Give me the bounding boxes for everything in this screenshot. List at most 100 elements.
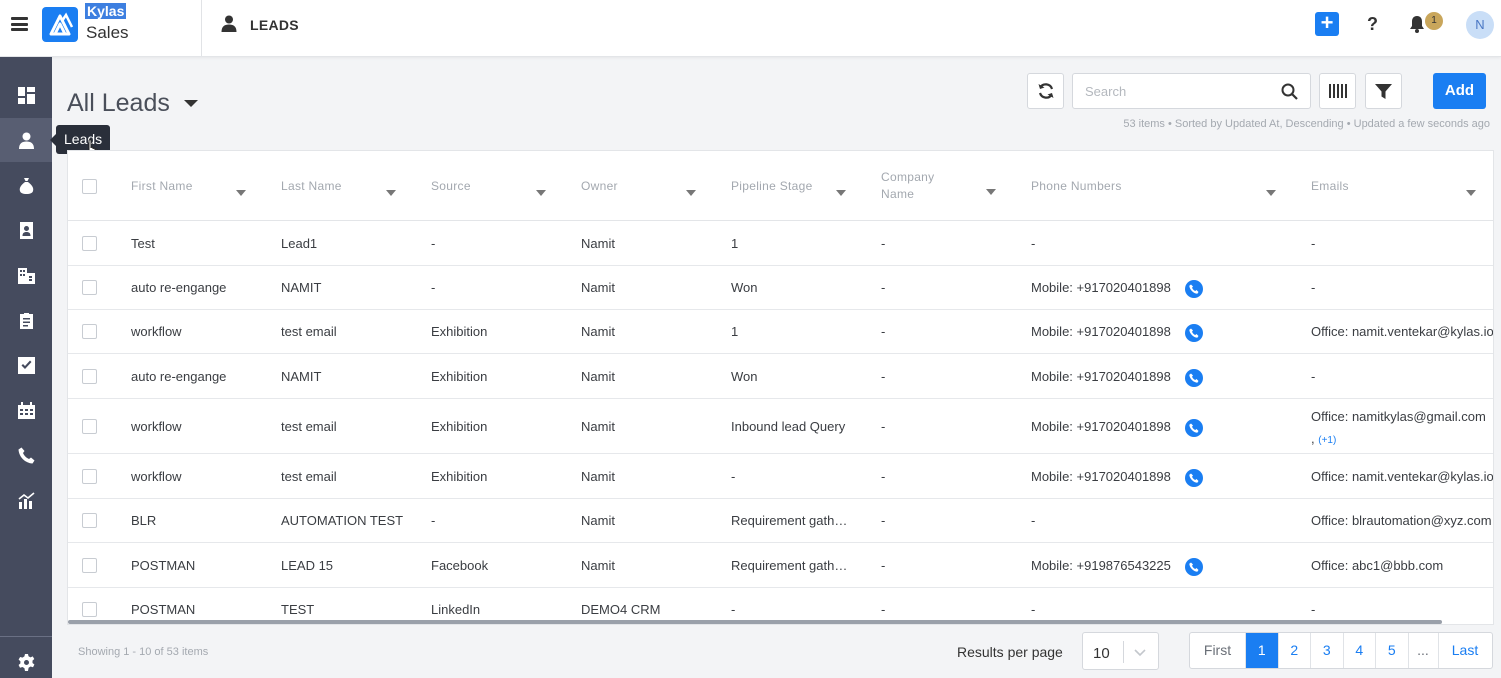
call-phone-icon[interactable] [1185,419,1203,437]
cell-email[interactable]: Office: namit.ventekar@kylas.io [1311,324,1493,339]
cell-first-name[interactable]: BLR [131,513,271,528]
pagination-page-4[interactable]: 4 [1344,633,1376,668]
table-row[interactable]: Test Lead1- Namit 1- - - [68,222,1493,266]
pagination-ellipsis[interactable]: ... [1409,633,1439,668]
cell-last-name[interactable]: Lead1 [281,236,421,251]
call-phone-icon[interactable] [1185,369,1203,387]
row-checkbox[interactable] [82,513,97,528]
sort-caret-icon[interactable] [686,190,696,196]
horizontal-scrollbar[interactable] [68,620,1442,624]
cell-phone-number[interactable]: Mobile: +917020401898 [1031,324,1181,339]
table-row[interactable]: workflow test email Exhibition Namit Inbound… [68,399,1493,454]
search-icon[interactable] [1281,83,1298,100]
search-box[interactable] [1072,73,1311,109]
table-row[interactable]: auto re-engange NAMIT Exhibition Namit Won - M… [68,354,1493,399]
cell-last-name[interactable]: TEST [281,602,421,617]
sort-caret-icon[interactable] [986,189,996,195]
table-row[interactable]: BLR AUTOMATION TEST - Namit Requirement gath… [68,499,1493,543]
row-checkbox[interactable] [82,369,97,384]
column-header-first-name[interactable]: First Name [131,151,251,221]
view-title[interactable]: All Leads [67,89,170,118]
chevron-down-icon[interactable] [1133,645,1147,659]
sidebar-item-tasks[interactable] [0,298,52,342]
hamburger-menu-icon[interactable] [11,17,28,31]
call-phone-icon[interactable] [1185,324,1203,342]
table-row[interactable]: auto re-engange NAMIT - Namit Won - Mobile: +9… [68,266,1493,310]
cell-email[interactable]: Office: namitkylas@gmail.com [1311,409,1493,424]
cell-first-name[interactable]: Test [131,236,271,251]
column-header-emails[interactable]: Emails [1311,151,1481,221]
pagination-page-5[interactable]: 5 [1376,633,1409,668]
email-more-count[interactable]: , (+1) [1311,431,1336,446]
cell-first-name[interactable]: workflow [131,469,271,484]
cell-first-name[interactable]: workflow [131,419,271,434]
help-icon[interactable]: ? [1367,14,1378,35]
sort-caret-icon[interactable] [1466,190,1476,196]
sidebar-item-dashboard[interactable] [0,73,52,117]
cell-last-name[interactable]: test email [281,419,421,434]
cell-phone-number[interactable]: Mobile: +917020401898 [1031,419,1181,434]
call-phone-icon[interactable] [1185,558,1203,576]
filter-button[interactable] [1365,73,1402,109]
column-header-last-name[interactable]: Last Name [281,151,401,221]
pagination-page-1[interactable]: 1 [1246,633,1279,668]
row-checkbox[interactable] [82,602,97,617]
row-checkbox[interactable] [82,280,97,295]
cell-phone-number[interactable]: Mobile: +919876543225 [1031,558,1181,573]
sort-caret-icon[interactable] [386,190,396,196]
cell-email[interactable]: Office: namit.ventekar@kylas.io [1311,469,1493,484]
pagination-page-3[interactable]: 3 [1311,633,1344,668]
pagination-last-button[interactable]: Last [1439,633,1492,668]
row-checkbox[interactable] [82,324,97,339]
row-checkbox[interactable] [82,558,97,573]
avatar[interactable]: N [1466,11,1494,39]
cell-email[interactable]: Office: blrautomation@xyz.com [1311,513,1493,528]
cell-last-name[interactable]: test email [281,469,421,484]
columns-button[interactable] [1319,73,1356,109]
sidebar-item-reports[interactable] [0,478,52,522]
table-row[interactable]: workflow test email Exhibition Namit - - Mobil… [68,454,1493,499]
pagination-page-2[interactable]: 2 [1279,633,1311,668]
cell-email[interactable]: Office: abc1@bbb.com [1311,558,1493,573]
call-phone-icon[interactable] [1185,469,1203,487]
sidebar-item-contacts[interactable] [0,208,52,252]
row-checkbox[interactable] [82,419,97,434]
cell-phone-number[interactable]: Mobile: +917020401898 [1031,469,1181,484]
quick-add-button[interactable]: + [1315,12,1339,36]
sidebar-item-calls[interactable] [0,433,52,477]
call-phone-icon[interactable] [1185,280,1203,298]
kylas-logo-icon[interactable] [42,7,78,42]
cell-first-name[interactable]: auto re-engange [131,280,271,295]
cell-first-name[interactable]: workflow [131,324,271,339]
row-checkbox[interactable] [82,469,97,484]
sort-caret-icon[interactable] [236,190,246,196]
bell-icon[interactable] [1408,15,1426,33]
cell-last-name[interactable]: test email [281,324,421,339]
column-header-company-name[interactable]: Company Name [881,151,1001,221]
row-checkbox[interactable] [82,236,97,251]
select-all-checkbox[interactable] [82,179,97,194]
column-header-owner[interactable]: Owner [581,151,701,221]
cell-last-name[interactable]: NAMIT [281,369,421,384]
column-header-phone-numbers[interactable]: Phone Numbers [1031,151,1281,221]
cell-phone-number[interactable]: Mobile: +917020401898 [1031,369,1181,384]
results-per-page-select[interactable]: 10 [1082,632,1159,670]
sidebar-item-companies[interactable] [0,253,52,297]
sidebar-item-calendar[interactable] [0,388,52,432]
column-header-source[interactable]: Source [431,151,551,221]
sidebar-item-settings[interactable] [0,640,52,678]
cell-first-name[interactable]: POSTMAN [131,602,271,617]
sidebar-item-deals[interactable] [0,163,52,207]
cell-first-name[interactable]: POSTMAN [131,558,271,573]
column-header-pipeline-stage[interactable]: Pipeline Stage [731,151,851,221]
sort-caret-icon[interactable] [836,190,846,196]
sidebar-item-todos[interactable] [0,343,52,387]
pagination-first-button[interactable]: First [1190,633,1246,668]
cell-phone-number[interactable]: Mobile: +917020401898 [1031,280,1181,295]
cell-last-name[interactable]: NAMIT [281,280,421,295]
cell-first-name[interactable]: auto re-engange [131,369,271,384]
view-dropdown-caret-icon[interactable] [184,100,198,107]
search-input[interactable] [1085,84,1275,99]
add-button[interactable]: Add [1433,73,1486,109]
sort-caret-icon[interactable] [1266,190,1276,196]
